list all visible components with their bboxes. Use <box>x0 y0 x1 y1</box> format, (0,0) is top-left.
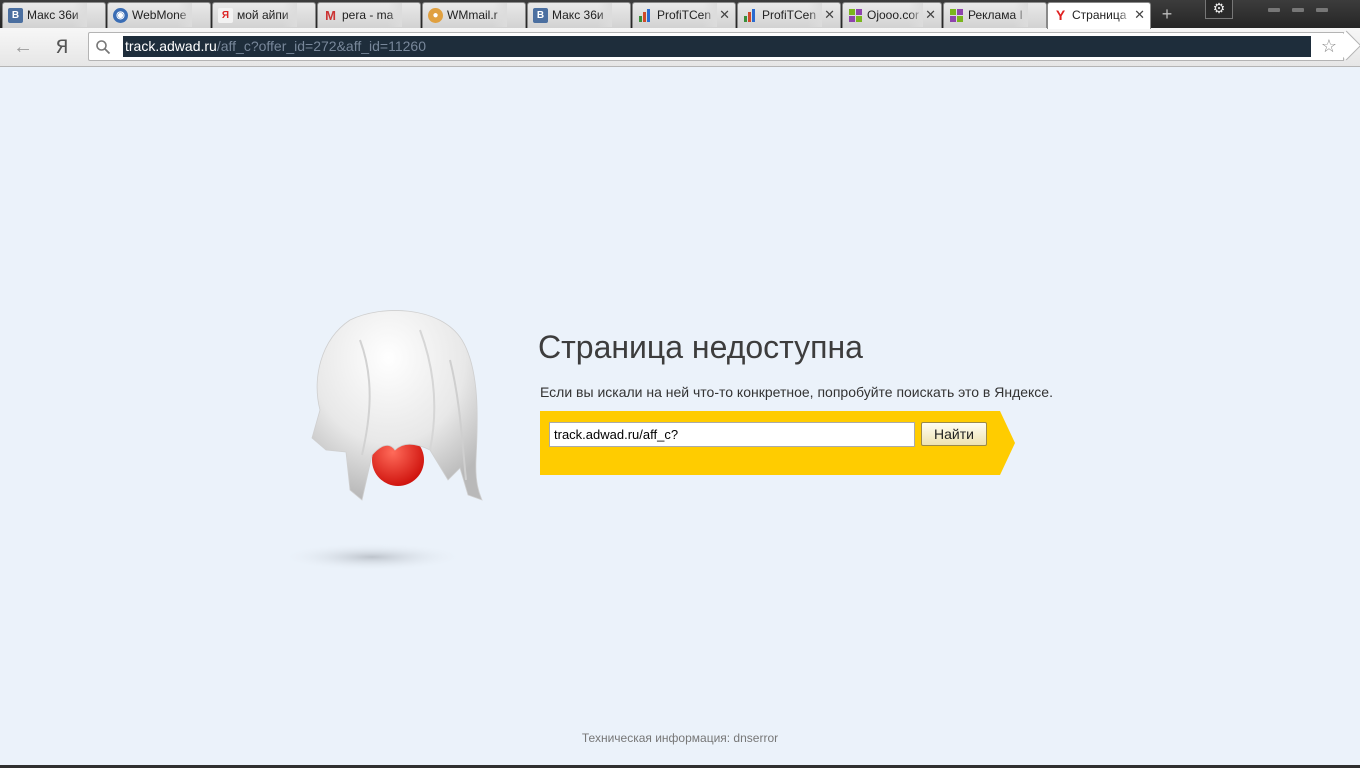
search-icon <box>96 40 111 55</box>
tab-profitcentr-1[interactable]: ProfiTCen ✕ <box>632 2 736 28</box>
gmail-icon: M <box>325 8 336 23</box>
tab-yandex-myip[interactable]: Я мой айпи <box>212 2 316 28</box>
bar-chart-icon <box>743 8 758 23</box>
technical-info: Техническая информация: dnserror <box>581 731 779 745</box>
tab-title: Макс 36и <box>27 3 87 27</box>
tab-active-page[interactable]: Y Страница ✕ <box>1047 2 1151 29</box>
yandex-search-form: Найти <box>540 411 1015 475</box>
close-icon[interactable]: ✕ <box>1134 3 1145 27</box>
bar-chart-icon <box>638 8 653 23</box>
error-title: Страница недоступна <box>538 329 863 365</box>
url-text[interactable]: track.adwad.ru/aff_c?offer_id=272&aff_id… <box>123 36 1311 57</box>
tab-ojooo[interactable]: Ojooo.cor ✕ <box>842 2 942 28</box>
tab-vk-1[interactable]: В Макс 36и <box>2 2 106 28</box>
close-icon[interactable]: ✕ <box>719 3 730 27</box>
settings-gear-icon[interactable]: ⚙ <box>1205 0 1233 19</box>
tab-webmoney[interactable]: ◉ WebMone <box>107 2 211 28</box>
vk-icon: В <box>8 8 23 23</box>
yandex-logo-button[interactable]: Я <box>52 36 72 58</box>
tab-strip: В Макс 36и ◉ WebMone Я мой айпи M pera -… <box>0 0 1360 29</box>
vk-icon: В <box>533 8 548 23</box>
webmoney-globe-icon: ◉ <box>113 8 128 23</box>
ojooo-icon <box>848 8 863 23</box>
yandex-icon: Я <box>218 8 233 23</box>
close-window-button[interactable] <box>1316 8 1328 12</box>
maximize-button[interactable] <box>1292 8 1304 12</box>
error-message: Если вы искали на ней что-то конкретное,… <box>540 384 1053 400</box>
back-arrow-icon[interactable]: ← <box>12 36 34 58</box>
address-bar[interactable]: track.adwad.ru/aff_c?offer_id=272&aff_id… <box>88 32 1344 61</box>
minimize-button[interactable] <box>1268 8 1280 12</box>
tab-title: ProfiTCen <box>762 3 822 27</box>
tab-title: WMmail.r <box>447 3 507 27</box>
browser-toolbar: ← Я track.adwad.ru/aff_c?offer_id=272&af… <box>0 28 1360 67</box>
ghost-under-sheet-illustration <box>290 310 483 571</box>
tab-reklama[interactable]: Реклама I <box>943 2 1047 28</box>
tab-title: Реклама I <box>968 3 1028 27</box>
yandex-browser-icon: Y <box>1055 7 1066 23</box>
tab-title: Страница <box>1072 3 1132 27</box>
wmmail-icon: ● <box>428 8 443 23</box>
tab-gmail[interactable]: M pera - ma <box>317 2 421 28</box>
tab-wmmail[interactable]: ● WMmail.r <box>422 2 526 28</box>
url-path: /aff_c?offer_id=272&aff_id=11260 <box>216 38 426 54</box>
search-input[interactable] <box>549 422 915 447</box>
tab-vk-2[interactable]: В Макс 36и <box>527 2 631 28</box>
bookmark-star-icon[interactable]: ☆ <box>1321 36 1337 57</box>
ojooo-icon <box>949 8 964 23</box>
tab-title: Ojooo.cor <box>867 3 923 27</box>
tab-title: мой айпи <box>237 3 297 27</box>
close-icon[interactable]: ✕ <box>824 3 835 27</box>
tab-title: Макс 36и <box>552 3 612 27</box>
tab-title: ProfiTCen <box>657 3 717 27</box>
new-tab-button[interactable]: + <box>1158 5 1176 23</box>
tab-title: WebMone <box>132 3 192 27</box>
close-icon[interactable]: ✕ <box>925 3 936 27</box>
tab-profitcentr-2[interactable]: ProfiTCen ✕ <box>737 2 841 28</box>
search-button[interactable]: Найти <box>921 422 987 446</box>
url-host: track.adwad.ru <box>125 38 217 54</box>
tab-title: pera - ma <box>342 3 402 27</box>
